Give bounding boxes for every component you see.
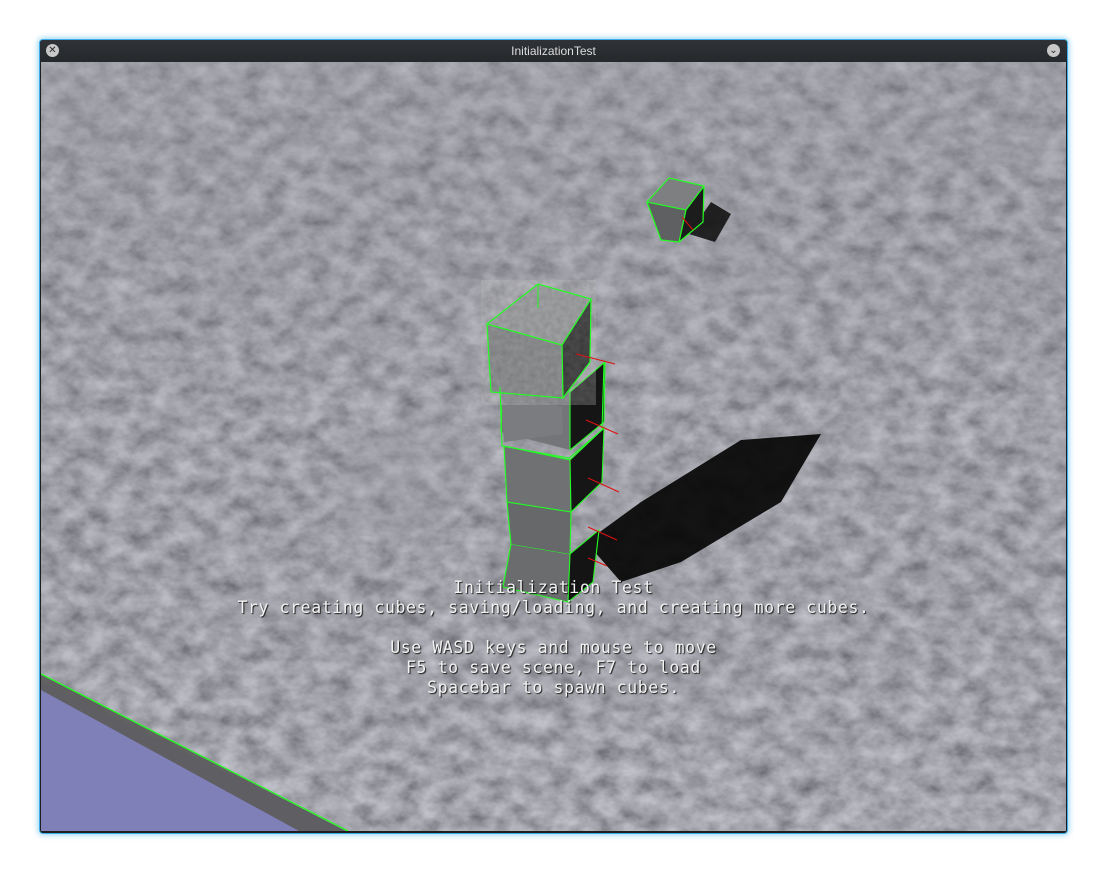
hud-title: Initialization Test: [453, 578, 654, 597]
hud-instruction-spawn: Spacebar to spawn cubes.: [427, 678, 680, 697]
hud-subtitle: Try creating cubes, saving/loading, and …: [237, 598, 870, 617]
scene-canvas: [41, 62, 1066, 831]
window-title: InitializationTest: [511, 44, 596, 58]
hud-instruction-move: Use WASD keys and mouse to move: [390, 638, 717, 657]
hud-instruction-save-load: F5 to save scene, F7 to load: [406, 658, 701, 677]
chevron-down-icon[interactable]: ⌄: [1047, 44, 1060, 57]
title-bar[interactable]: ✕ InitializationTest ⌄: [40, 40, 1067, 62]
app-window: ✕ InitializationTest ⌄ Initialization Te…: [40, 40, 1067, 833]
game-viewport[interactable]: Initialization Test Try creating cubes, …: [41, 62, 1066, 831]
